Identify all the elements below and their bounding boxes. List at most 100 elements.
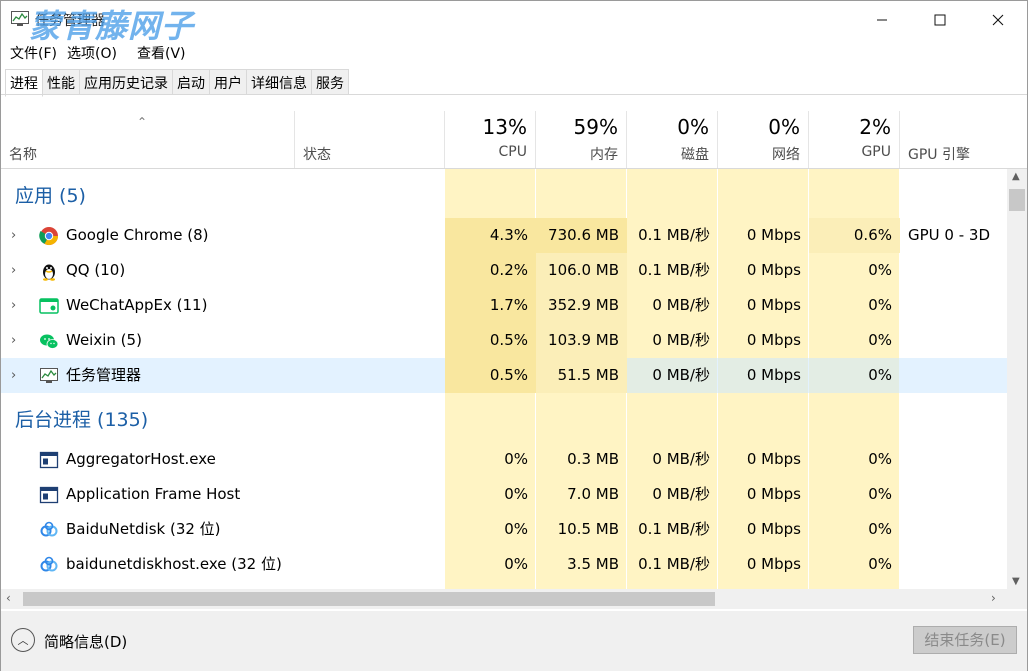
sort-ascending-icon: ⌃: [137, 115, 148, 129]
memory-cell: 10.5 MB: [557, 520, 619, 538]
scroll-left-icon[interactable]: ‹: [6, 591, 11, 605]
cpu-cell: 0%: [504, 485, 528, 503]
collapse-circle-icon[interactable]: ︿: [11, 628, 35, 652]
cpu-cell: 0.5%: [445, 323, 536, 358]
cpu-cell: 0%: [504, 520, 528, 538]
process-name: AggregatorHost.exe: [66, 450, 216, 468]
process-row[interactable]: 0% 7.0 MB 0 MB/秒 0 Mbps 0% Application Frame …: [1, 477, 1007, 512]
wechat-app-icon: [39, 298, 59, 314]
tab-startup[interactable]: 启动: [173, 69, 210, 95]
gpu-engine-cell: [908, 512, 1003, 547]
cpu-cell: 0.2%: [445, 253, 536, 288]
chevron-right-icon[interactable]: ›: [11, 288, 16, 323]
column-header-gpu-engine[interactable]: GPU 引擎: [900, 111, 1027, 168]
scroll-down-icon[interactable]: ▼: [1012, 576, 1020, 587]
network-cell: 0 Mbps: [746, 450, 801, 468]
vertical-scrollbar[interactable]: ▲ ▼: [1007, 169, 1027, 589]
disk-cell: 0.1 MB/秒: [638, 555, 710, 573]
network-cell: 0 Mbps: [746, 555, 801, 573]
menu-file[interactable]: 文件(F): [10, 43, 57, 63]
maximize-icon: [934, 14, 946, 26]
process-row[interactable]: 1.7% 352.9 MB 0 MB/秒 0 Mbps 0% › WeChatAppEx (…: [1, 288, 1007, 323]
memory-cell: 3.5 MB: [567, 555, 619, 573]
gpu-engine-cell: [908, 358, 1003, 393]
cpu-cell: 0.5%: [445, 358, 536, 393]
process-name: QQ (10): [66, 261, 126, 279]
group-header-apps: 应用 (5): [15, 185, 86, 207]
process-row[interactable]: 0.5% 103.9 MB 0 MB/秒 0 Mbps 0% › Weixin (5): [1, 323, 1007, 358]
chevron-right-icon[interactable]: ›: [11, 253, 16, 288]
task-manager-icon: [11, 11, 29, 26]
gpu-cell: 0%: [868, 520, 892, 538]
tab-services[interactable]: 服务: [312, 69, 349, 95]
maximize-button[interactable]: [911, 1, 969, 39]
scroll-up-icon[interactable]: ▲: [1012, 171, 1020, 182]
column-label-cpu: CPU: [498, 144, 527, 160]
close-button[interactable]: [969, 1, 1027, 39]
process-name: 任务管理器: [66, 366, 142, 384]
tab-app-history[interactable]: 应用历史记录: [80, 69, 173, 95]
disk-cell: 0.1 MB/秒: [638, 226, 710, 244]
close-icon: [992, 14, 1004, 26]
tab-users[interactable]: 用户: [210, 69, 247, 95]
process-row[interactable]: 0% 3.5 MB 0.1 MB/秒 0 Mbps 0% baidunetdiskhost…: [1, 547, 1007, 582]
disk-cell: 0 MB/秒: [652, 296, 710, 314]
task-manager-window: 任务管理器 蒙青藤网子 文件(F) 选项(O) 查看(V) 进程 性能 应用历史…: [0, 0, 1028, 671]
memory-cell: 51.5 MB: [536, 358, 627, 393]
column-label-name: 名称: [9, 147, 37, 163]
minimize-button[interactable]: [853, 1, 911, 39]
column-header-status[interactable]: 状态: [295, 111, 445, 168]
process-row[interactable]: 0.5% 51.5 MB 0 MB/秒 0 Mbps 0% › 任务管理器: [1, 358, 1007, 393]
column-label-memory: 内存: [590, 147, 618, 163]
column-header-cpu[interactable]: 13% CPU: [445, 111, 536, 168]
fewer-details-link[interactable]: 简略信息(D): [44, 631, 127, 652]
menu-view[interactable]: 查看(V): [137, 43, 186, 63]
group-header-background: 后台进程 (135): [15, 409, 149, 431]
column-header-name[interactable]: ⌃ 名称: [1, 111, 295, 168]
weixin-icon: [40, 334, 59, 349]
minimize-icon: [877, 19, 887, 21]
process-row[interactable]: 0% 0.3 MB 0 MB/秒 0 Mbps 0% AggregatorHost.exe: [1, 442, 1007, 477]
chevron-right-icon[interactable]: ›: [11, 323, 16, 358]
tab-performance[interactable]: 性能: [43, 69, 80, 95]
window-app-icon: [39, 486, 59, 504]
network-cell: 0 Mbps: [746, 296, 801, 314]
gpu-engine-cell: [908, 253, 1003, 288]
gpu-engine-cell: [908, 288, 1003, 323]
horizontal-scroll-thumb[interactable]: [23, 592, 715, 606]
tab-processes[interactable]: 进程: [5, 69, 43, 97]
column-header-network[interactable]: 0% 网络: [718, 111, 809, 168]
cpu-total-percent: 13%: [482, 115, 527, 139]
process-row[interactable]: 4.3% 730.6 MB 0.1 MB/秒 0 Mbps 0.6% › Google Ch…: [1, 218, 1007, 253]
process-row[interactable]: 0.2% 106.0 MB 0.1 MB/秒 0 Mbps 0% › QQ (10): [1, 253, 1007, 288]
column-header-gpu[interactable]: 2% GPU: [809, 111, 900, 168]
gpu-cell: 0%: [868, 555, 892, 573]
process-row[interactable]: 0% 10.5 MB 0.1 MB/秒 0 Mbps 0% BaiduNetdisk (3…: [1, 512, 1007, 547]
tab-details[interactable]: 详细信息: [247, 69, 312, 95]
gpu-engine-cell: GPU 0 - 3D: [908, 226, 991, 244]
end-task-button[interactable]: 结束任务(E): [913, 626, 1017, 654]
chevron-right-icon[interactable]: ›: [11, 358, 16, 393]
vertical-scroll-thumb[interactable]: [1009, 189, 1025, 211]
gpu-cell: 0%: [868, 296, 892, 314]
gpu-cell: 0%: [868, 450, 892, 468]
gpu-cell: 0%: [868, 331, 892, 349]
column-header-memory[interactable]: 59% 内存: [536, 111, 627, 168]
network-cell: 0 Mbps: [746, 366, 801, 384]
process-name: baidunetdiskhost.exe (32 位): [66, 555, 282, 573]
network-cell: 0 Mbps: [746, 485, 801, 503]
cpu-cell: 0%: [504, 555, 528, 573]
column-label-status: 状态: [303, 147, 331, 163]
gpu-engine-cell: [908, 477, 1003, 512]
horizontal-scrollbar[interactable]: ‹ ›: [1, 589, 1007, 609]
menu-options[interactable]: 选项(O): [67, 43, 117, 63]
column-header-disk[interactable]: 0% 磁盘: [627, 111, 718, 168]
process-name: Weixin (5): [66, 331, 142, 349]
chrome-icon: [39, 227, 58, 246]
disk-total-percent: 0%: [677, 115, 709, 139]
memory-cell: 106.0 MB: [536, 253, 627, 288]
chevron-right-icon[interactable]: ›: [11, 218, 16, 253]
scroll-right-icon[interactable]: ›: [991, 591, 996, 605]
footer-bar: ︿ 简略信息(D) 结束任务(E): [1, 611, 1027, 671]
column-label-gpu-engine: GPU 引擎: [908, 147, 970, 163]
